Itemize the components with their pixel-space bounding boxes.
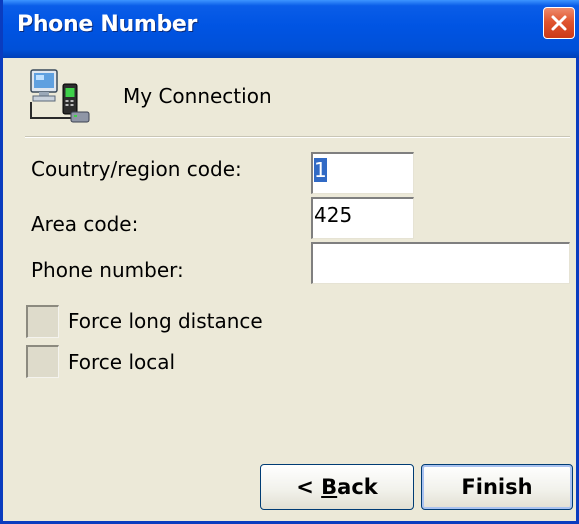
close-button[interactable]: [543, 7, 575, 39]
window-title: Phone Number: [17, 12, 198, 37]
back-button-mnemonic: B: [321, 475, 338, 499]
dialog-window: Phone Number My Connection Country/regio…: [0, 0, 579, 524]
network-connection-icon: [27, 68, 91, 126]
finish-button-label: Finish: [461, 475, 533, 499]
back-button-rest: ack: [337, 475, 378, 499]
finish-button[interactable]: Finish: [421, 464, 573, 510]
area-code-field[interactable]: 425: [311, 197, 414, 239]
country-code-label: Country/region code:: [31, 157, 242, 181]
force-long-distance-label[interactable]: Force long distance: [68, 309, 263, 333]
area-code-value: 425: [314, 203, 353, 227]
title-bar[interactable]: Phone Number: [3, 0, 579, 58]
connection-name: My Connection: [123, 84, 272, 108]
country-code-field[interactable]: 1: [311, 152, 414, 194]
back-button-label: < Back: [296, 475, 378, 499]
force-local-label[interactable]: Force local: [68, 350, 175, 374]
back-button-prefix: <: [296, 475, 322, 499]
separator: [25, 136, 570, 138]
close-icon: [550, 14, 568, 32]
back-button[interactable]: < Back: [260, 464, 414, 510]
force-long-distance-checkbox[interactable]: [26, 305, 59, 338]
force-local-checkbox[interactable]: [26, 345, 59, 378]
area-code-label: Area code:: [31, 212, 139, 236]
country-code-value: 1: [314, 158, 327, 182]
phone-number-field[interactable]: [311, 242, 570, 284]
phone-number-label: Phone number:: [31, 258, 184, 282]
